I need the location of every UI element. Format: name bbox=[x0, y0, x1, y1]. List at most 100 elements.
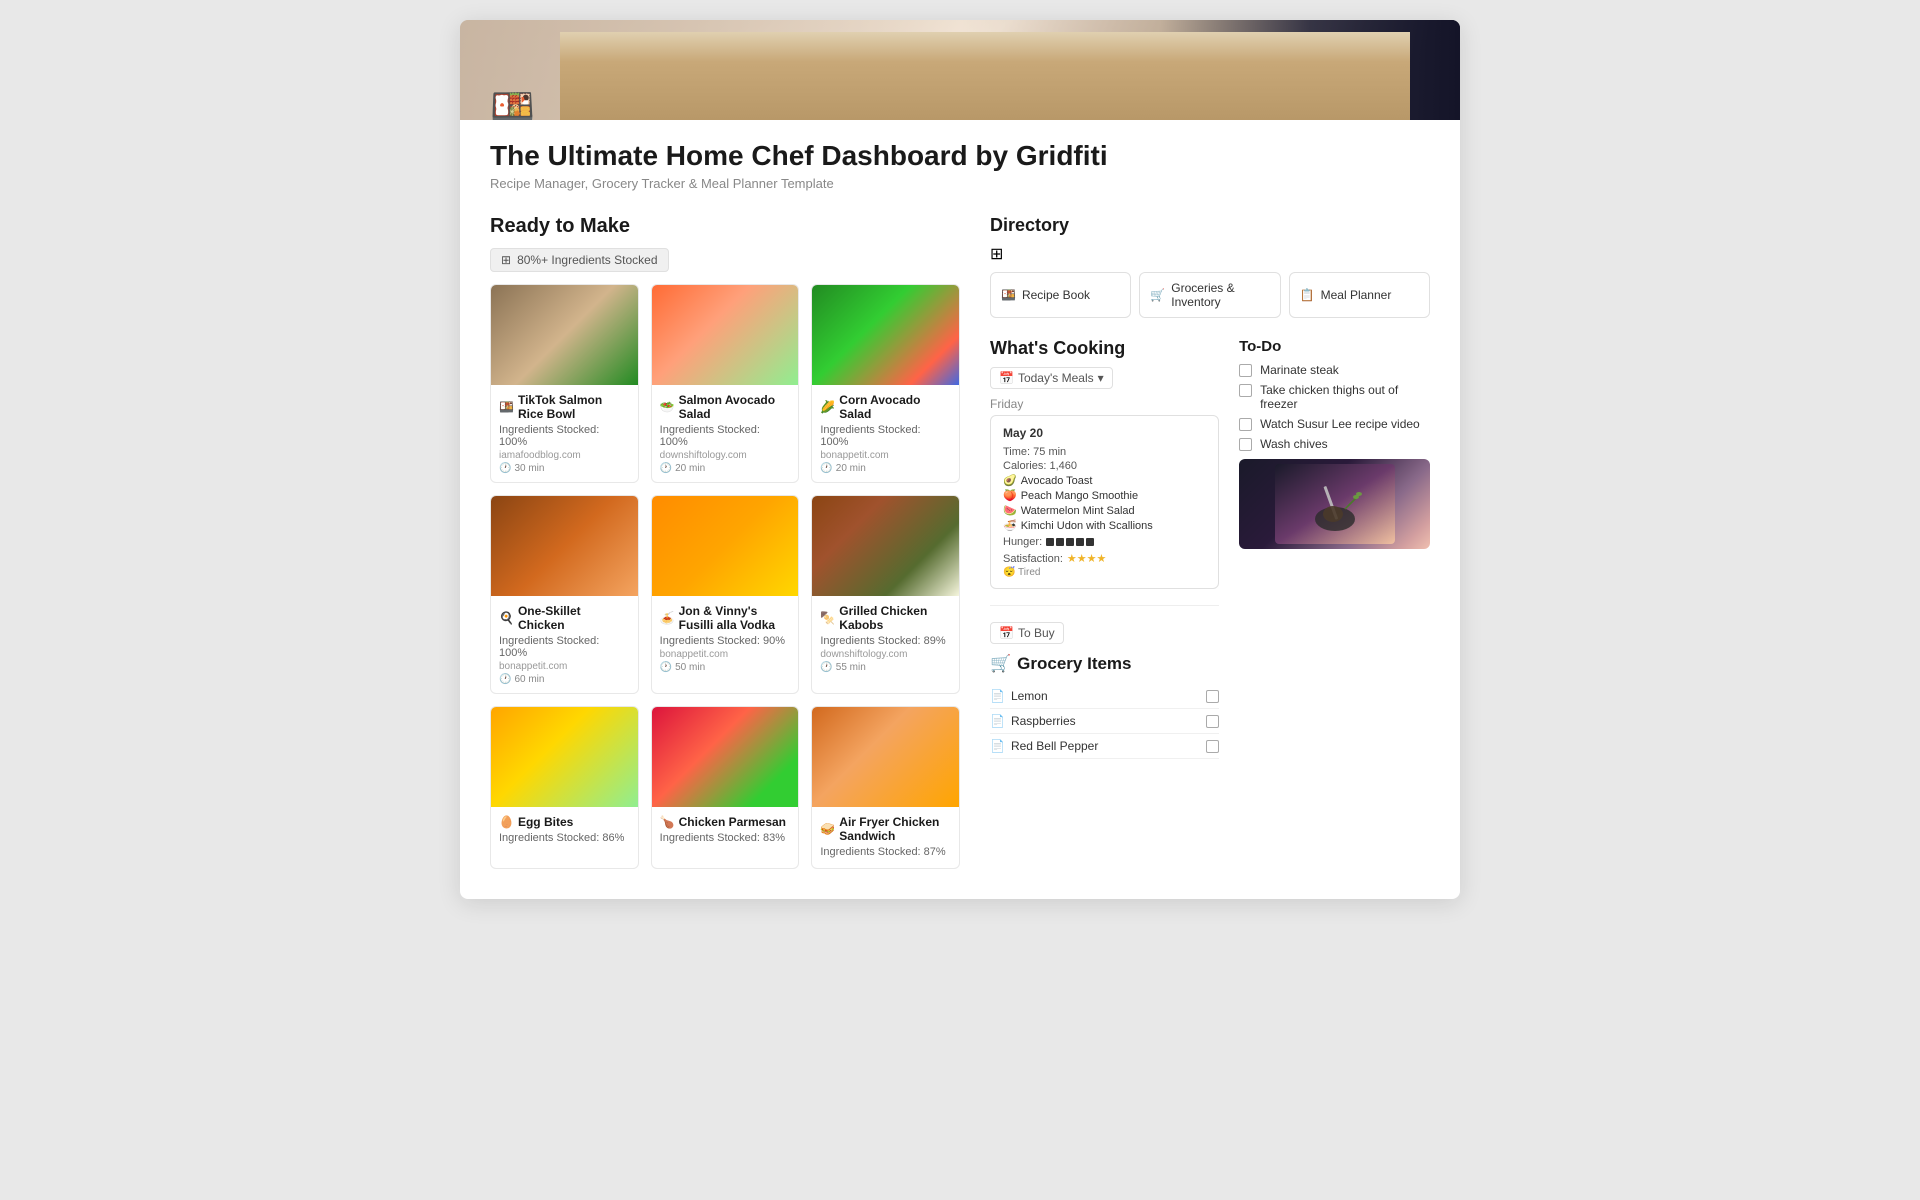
whats-cooking-todo-layout: What's Cooking 📅 Today's Meals ▾ Friday … bbox=[990, 338, 1430, 759]
hunger-bar-2 bbox=[1056, 538, 1064, 546]
avocado-icon: 🥑 bbox=[1003, 474, 1017, 487]
grocery-item-left: 📄 Raspberries bbox=[990, 714, 1076, 728]
recipe-time: 🕐 60 min bbox=[499, 674, 630, 685]
today-meals-button[interactable]: 📅 Today's Meals ▾ bbox=[990, 367, 1113, 389]
recipe-name: 🥗 Salmon Avocado Salad bbox=[660, 393, 791, 421]
recipe-card[interactable]: 🍢 Grilled Chicken Kabobs Ingredients Sto… bbox=[811, 495, 960, 694]
whats-cooking-section: What's Cooking 📅 Today's Meals ▾ Friday … bbox=[990, 338, 1219, 759]
recipe-book-icon: 🍱 bbox=[1001, 288, 1016, 302]
recipe-emoji: 🌽 bbox=[820, 400, 835, 414]
groceries-inventory-button[interactable]: 🛒 Groceries & Inventory bbox=[1139, 272, 1280, 318]
recipe-image bbox=[491, 285, 638, 385]
todo-checkbox-1[interactable] bbox=[1239, 364, 1252, 377]
satisfaction-stars: ★★★★ bbox=[1067, 552, 1106, 565]
recipe-source: downshiftology.com bbox=[820, 649, 951, 660]
meal-calories: Calories: 1,460 bbox=[1003, 460, 1206, 472]
todo-checkbox-2[interactable] bbox=[1239, 384, 1252, 397]
filter-label: 80%+ Ingredients Stocked bbox=[517, 253, 657, 267]
kitchen-illustration bbox=[560, 60, 1410, 120]
recipe-image bbox=[652, 496, 799, 596]
recipe-info: 🌽 Corn Avocado Salad Ingredients Stocked… bbox=[812, 385, 959, 482]
recipe-image bbox=[491, 707, 638, 807]
grocery-checkbox-3[interactable] bbox=[1206, 740, 1219, 753]
grocery-item-3: 📄 Red Bell Pepper bbox=[990, 734, 1219, 759]
clock-icon: 🕐 bbox=[660, 463, 672, 474]
hunger-bar-1 bbox=[1046, 538, 1054, 546]
recipe-time: 🕐 50 min bbox=[660, 662, 791, 673]
left-panel: Ready to Make ⊞ 80%+ Ingredients Stocked… bbox=[490, 215, 960, 869]
todo-checkbox-3[interactable] bbox=[1239, 418, 1252, 431]
recipe-card[interactable]: 🍝 Jon & Vinny's Fusilli alla Vodka Ingre… bbox=[651, 495, 800, 694]
recipe-time: 🕐 20 min bbox=[660, 463, 791, 474]
recipe-info: 🍝 Jon & Vinny's Fusilli alla Vodka Ingre… bbox=[652, 596, 799, 681]
recipe-name: 🍱 TikTok Salmon Rice Bowl bbox=[499, 393, 630, 421]
recipe-grid: 🍱 TikTok Salmon Rice Bowl Ingredients St… bbox=[490, 284, 960, 869]
meal-planner-label: Meal Planner bbox=[1321, 288, 1392, 302]
recipe-info: 🍗 Chicken Parmesan Ingredients Stocked: … bbox=[652, 807, 799, 854]
clock-icon: 🕐 bbox=[499, 674, 511, 685]
recipe-stocked: Ingredients Stocked: 100% bbox=[820, 424, 951, 448]
page-subtitle: Recipe Manager, Grocery Tracker & Meal P… bbox=[490, 176, 1430, 191]
recipe-info: 🥗 Salmon Avocado Salad Ingredients Stock… bbox=[652, 385, 799, 482]
recipe-book-button[interactable]: 🍱 Recipe Book bbox=[990, 272, 1131, 318]
day-label: Friday bbox=[990, 397, 1219, 411]
main-layout: Ready to Make ⊞ 80%+ Ingredients Stocked… bbox=[490, 215, 1430, 869]
hunger-row: Hunger: bbox=[1003, 536, 1206, 548]
recipe-name: 🥚 Egg Bites bbox=[499, 815, 630, 829]
doc-icon-1: 📄 bbox=[990, 689, 1005, 703]
grocery-item-name-2: Raspberries bbox=[1011, 714, 1076, 728]
todo-label-1: Marinate steak bbox=[1260, 363, 1339, 377]
recipe-card[interactable]: 🍗 Chicken Parmesan Ingredients Stocked: … bbox=[651, 706, 800, 869]
recipe-source: bonappetit.com bbox=[660, 649, 791, 660]
smoothie-icon: 🍑 bbox=[1003, 489, 1017, 502]
watermelon-icon: 🍉 bbox=[1003, 504, 1017, 517]
recipe-info: 🥚 Egg Bites Ingredients Stocked: 86% bbox=[491, 807, 638, 854]
recipe-info: 🍢 Grilled Chicken Kabobs Ingredients Sto… bbox=[812, 596, 959, 681]
recipe-stocked: Ingredients Stocked: 86% bbox=[499, 832, 630, 844]
recipe-stocked: Ingredients Stocked: 89% bbox=[820, 635, 951, 647]
filter-badge[interactable]: ⊞ 80%+ Ingredients Stocked bbox=[490, 248, 669, 272]
recipe-image bbox=[491, 496, 638, 596]
hunger-bar-3 bbox=[1066, 538, 1074, 546]
meal-item-3: 🍉 Watermelon Mint Salad bbox=[1003, 504, 1206, 517]
meal-planner-button[interactable]: 📋 Meal Planner bbox=[1289, 272, 1430, 318]
hunger-label: Hunger: bbox=[1003, 536, 1042, 548]
recipe-card[interactable]: 🥚 Egg Bites Ingredients Stocked: 86% bbox=[490, 706, 639, 869]
meal-item-4: 🍜 Kimchi Udon with Scallions bbox=[1003, 519, 1206, 532]
recipe-emoji: 🍢 bbox=[820, 611, 835, 625]
recipe-source: bonappetit.com bbox=[499, 661, 630, 672]
recipe-emoji: 🍝 bbox=[660, 611, 675, 625]
satisfaction-label: Satisfaction: bbox=[1003, 553, 1063, 565]
meal-planner-icon: 📋 bbox=[1300, 288, 1315, 302]
recipe-card[interactable]: 🥪 Air Fryer Chicken Sandwich Ingredients… bbox=[811, 706, 960, 869]
recipe-image bbox=[812, 496, 959, 596]
clock-icon: 🕐 bbox=[499, 463, 511, 474]
recipe-card[interactable]: 🥗 Salmon Avocado Salad Ingredients Stock… bbox=[651, 284, 800, 483]
cart-icon: 🛒 bbox=[990, 654, 1011, 674]
grocery-checkbox-1[interactable] bbox=[1206, 690, 1219, 703]
ready-to-make-title: Ready to Make bbox=[490, 215, 960, 238]
recipe-card[interactable]: 🍳 One-Skillet Chicken Ingredients Stocke… bbox=[490, 495, 639, 694]
recipe-stocked: Ingredients Stocked: 100% bbox=[499, 635, 630, 659]
satisfaction-row: Satisfaction: ★★★★ bbox=[1003, 552, 1206, 565]
hero-banner: 🍱 bbox=[460, 20, 1460, 120]
recipe-info: 🍱 TikTok Salmon Rice Bowl Ingredients St… bbox=[491, 385, 638, 482]
directory-buttons: 🍱 Recipe Book 🛒 Groceries & Inventory 📋 … bbox=[990, 272, 1430, 318]
grocery-item-name-1: Lemon bbox=[1011, 689, 1048, 703]
doc-icon-2: 📄 bbox=[990, 714, 1005, 728]
grocery-checkbox-2[interactable] bbox=[1206, 715, 1219, 728]
hunger-bars bbox=[1046, 538, 1094, 546]
filter-icon: ⊞ bbox=[501, 253, 511, 267]
recipe-card[interactable]: 🍱 TikTok Salmon Rice Bowl Ingredients St… bbox=[490, 284, 639, 483]
page-content: The Ultimate Home Chef Dashboard by Grid… bbox=[460, 120, 1460, 899]
to-buy-button[interactable]: 📅 To Buy bbox=[990, 622, 1064, 644]
recipe-stocked: Ingredients Stocked: 83% bbox=[660, 832, 791, 844]
recipe-card[interactable]: 🌽 Corn Avocado Salad Ingredients Stocked… bbox=[811, 284, 960, 483]
meal-card: May 20 Time: 75 min Calories: 1,460 🥑 Av… bbox=[990, 415, 1219, 589]
recipe-image bbox=[812, 285, 959, 385]
recipe-name: 🍗 Chicken Parmesan bbox=[660, 815, 791, 829]
grocery-item-name-3: Red Bell Pepper bbox=[1011, 739, 1098, 753]
hunger-bar-4 bbox=[1076, 538, 1084, 546]
right-panel: Directory ⊞ 🍱 Recipe Book 🛒 Groceries & … bbox=[990, 215, 1430, 869]
todo-checkbox-4[interactable] bbox=[1239, 438, 1252, 451]
